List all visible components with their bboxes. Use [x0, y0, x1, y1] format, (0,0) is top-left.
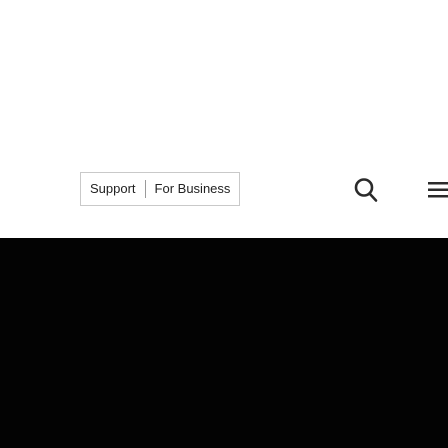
nav-links-group: Support For Business — [80, 172, 241, 206]
menu-button[interactable] — [424, 176, 448, 204]
search-icon — [354, 178, 378, 202]
nav-link-for-business[interactable]: For Business — [146, 173, 240, 205]
nav-link-support[interactable]: Support — [81, 173, 145, 205]
hamburger-menu-icon — [428, 182, 448, 198]
hero-banner — [0, 238, 448, 448]
search-button[interactable] — [352, 176, 380, 204]
page: Support For Business — [0, 0, 448, 448]
top-navigation: Support For Business — [0, 148, 448, 238]
